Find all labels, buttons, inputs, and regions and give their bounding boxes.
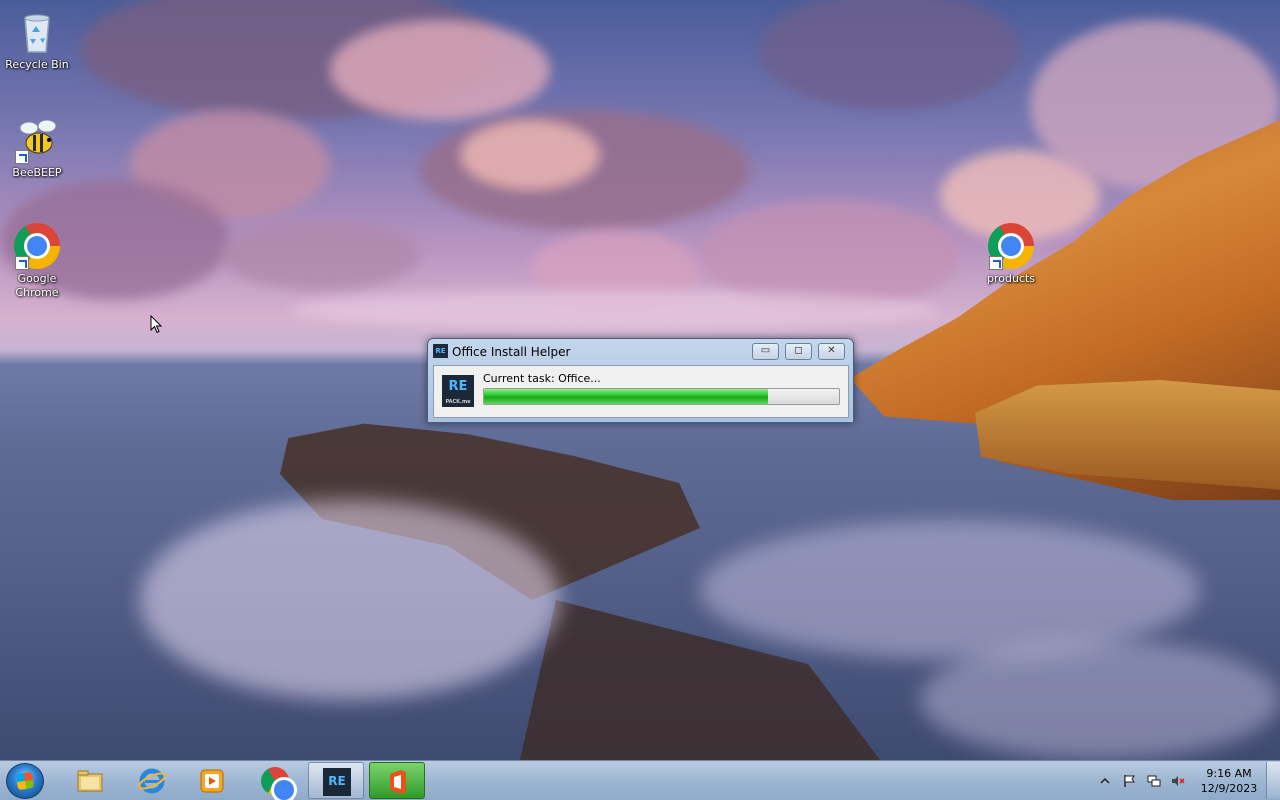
beebeep-icon (13, 116, 61, 164)
internet-explorer-icon (138, 768, 166, 794)
taskbar-chrome[interactable] (247, 762, 303, 800)
repack-logo-subtext: PACK.me (445, 399, 471, 405)
chrome-icon (261, 767, 294, 800)
close-button[interactable]: ✕ (818, 343, 845, 360)
show-desktop-button[interactable] (1266, 762, 1280, 799)
desktop-icon-label: Google Chrome (15, 272, 59, 299)
office-icon (390, 770, 406, 794)
repack-app-icon: RE (433, 344, 448, 358)
repack-icon-text: RE (328, 774, 346, 788)
network-icon[interactable] (1147, 774, 1161, 788)
start-button[interactable] (6, 763, 44, 799)
maximize-button[interactable]: ◻ (785, 343, 812, 360)
desktop-icon-products[interactable]: products (974, 222, 1048, 286)
minimize-button[interactable]: ▭ (752, 343, 779, 360)
taskbar-internet-explorer[interactable] (124, 762, 180, 799)
shortcut-arrow-icon (989, 256, 1003, 270)
desktop-icon-label: products (986, 272, 1036, 285)
desktop-icon-recycle-bin[interactable]: Recycle Bin (0, 8, 74, 72)
taskbar-file-explorer[interactable] (62, 762, 118, 799)
windows-logo-icon (15, 771, 35, 791)
show-hidden-icons-icon[interactable] (1100, 776, 1110, 786)
shortcut-arrow-icon (15, 150, 29, 164)
repack-logo: RE PACK.me (442, 375, 474, 407)
current-task-label: Current task: Office... (483, 372, 601, 385)
media-player-icon (200, 769, 224, 793)
system-clock[interactable]: 9:16 AM 12/9/2023 (1200, 766, 1258, 796)
dialog-body: RE PACK.me Current task: Office... (433, 365, 849, 418)
repack-logo-text: RE (448, 379, 468, 394)
clock-time: 9:16 AM (1206, 767, 1252, 780)
progress-fill (484, 389, 768, 404)
desktop-icon-label: Recycle Bin (5, 58, 69, 71)
install-progress-bar (483, 388, 840, 405)
chrome-icon (13, 222, 61, 270)
desktop-icon-beebeep[interactable]: BeeBEEP (0, 116, 74, 180)
shortcut-arrow-icon (15, 256, 29, 270)
taskbar-office[interactable] (369, 762, 425, 799)
action-center-flag-icon[interactable] (1123, 774, 1137, 788)
desktop-icon-label: BeeBEEP (12, 166, 62, 179)
office-install-helper-window[interactable]: RE Office Install Helper ▭ ◻ ✕ RE PACK.m… (427, 338, 854, 423)
recycle-bin-icon (13, 8, 61, 56)
desktop-icon-google-chrome[interactable]: Google Chrome (0, 222, 74, 300)
clock-date: 12/9/2023 (1200, 782, 1258, 795)
chrome-icon (987, 222, 1035, 270)
taskbar-repack-installer[interactable]: RE (308, 762, 364, 799)
taskbar: RE 9:16 AM 12/9/2023 (0, 760, 1280, 800)
window-title: Office Install Helper (452, 345, 571, 359)
repack-icon: RE (323, 768, 351, 796)
volume-muted-icon[interactable] (1171, 774, 1185, 788)
file-explorer-icon (77, 770, 103, 792)
mouse-cursor-icon (150, 315, 162, 334)
taskbar-media-player[interactable] (184, 762, 240, 799)
